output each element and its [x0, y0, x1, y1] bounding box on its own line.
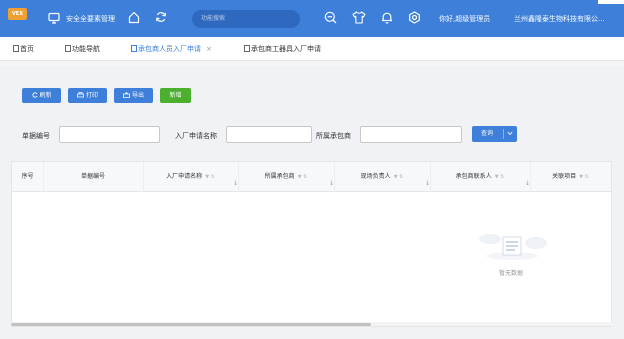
column-label: 单据编号 — [80, 173, 105, 180]
column-label: 关联项目 — [552, 173, 577, 180]
tab-label: 首页 — [20, 45, 34, 53]
empty-data-icon — [479, 234, 547, 260]
query-button[interactable]: 查询 — [472, 126, 517, 142]
table-header: 序号 单据编号 入厂申请名称 ▼ ⇅ ↓ 所属承包商 ▼ ⇅ ↓ 现场负责人 ▼ ⇅ … — [12, 162, 611, 192]
refresh-label: 刷新 — [39, 92, 52, 99]
print-label: 打印 — [85, 92, 98, 99]
system-title[interactable]: 安全全要素管理 — [66, 14, 115, 24]
chevron-down-icon[interactable] — [507, 131, 513, 136]
top-bar: VEX 安全全要素管理 功能搜索 你好,超级管理员 兰州鑫隆泰生物科技有限公..… — [0, 0, 624, 37]
tab-home[interactable]: 首页 — [13, 37, 34, 61]
entry-name-input[interactable] — [226, 126, 312, 143]
document-icon — [65, 45, 71, 52]
function-search-input[interactable]: 功能搜索 — [192, 10, 300, 28]
column-header-index[interactable]: 序号 — [12, 162, 43, 192]
document-icon — [244, 45, 250, 52]
refresh-button[interactable]: 刷新 — [22, 88, 61, 103]
tab-label: 承包商工器具入厂申请 — [251, 45, 321, 53]
add-button[interactable]: 新增 — [160, 88, 191, 103]
print-button[interactable]: 打印 — [68, 88, 107, 103]
export-label: 导出 — [131, 92, 144, 99]
settings-icon[interactable] — [408, 11, 421, 24]
column-header-site-manager[interactable]: 现场负责人 ▼ ⇅ — [334, 162, 430, 192]
doc-no-label: 单据编号 — [22, 132, 50, 140]
filter-sort-icon[interactable]: ▼ ⇅ — [579, 174, 589, 180]
column-header-related-project[interactable]: 关联项目 ▼ ⇅ — [530, 162, 611, 192]
window-tab-strip — [598, 0, 624, 4]
user-greeting[interactable]: 你好,超级管理员 — [439, 14, 490, 24]
column-label: 所属承包商 — [264, 173, 295, 180]
tab-function-nav[interactable]: 功能导航 — [65, 37, 100, 61]
entry-name-label: 入厂申请名称 — [175, 132, 217, 140]
button-divider — [503, 129, 504, 139]
close-icon[interactable]: × — [206, 45, 212, 53]
column-header-contractor[interactable]: 所属承包商 ▼ ⇅ — [238, 162, 334, 192]
monitor-icon[interactable] — [48, 12, 60, 24]
toolbar: 刷新 打印 导出 新增 — [11, 78, 612, 114]
export-icon — [123, 91, 130, 98]
doc-no-input[interactable] — [59, 126, 160, 143]
document-icon — [131, 45, 137, 52]
empty-state-text: 暂无数据 — [499, 270, 524, 277]
skin-shirt-icon[interactable] — [352, 11, 366, 24]
column-header-doc-no[interactable]: 单据编号 — [43, 162, 143, 192]
filter-sort-icon[interactable]: ▼ ⇅ — [298, 174, 308, 180]
query-label: 查询 — [481, 130, 494, 137]
horizontal-scrollbar-thumb[interactable] — [11, 323, 371, 326]
home-icon[interactable] — [128, 11, 140, 24]
zoom-out-icon[interactable] — [324, 11, 337, 24]
column-header-contractor-contact[interactable]: 承包商联系人 ▼ ⇅ — [430, 162, 530, 192]
company-name[interactable]: 兰州鑫隆泰生物科技有限公... — [514, 14, 605, 24]
tab-contractor-tools-entry[interactable]: 承包商工器具入厂申请 — [244, 37, 321, 61]
contractor-select[interactable] — [360, 126, 462, 143]
column-label: 现场负责人 — [360, 173, 391, 180]
document-icon — [13, 45, 19, 52]
tab-label: 功能导航 — [72, 45, 100, 53]
column-label: 入厂申请名称 — [166, 173, 203, 180]
bell-icon[interactable] — [381, 11, 393, 24]
refresh-icon — [31, 91, 37, 98]
page-tabs: 首页 功能导航 承包商人员入厂申请 × 承包商工器具入厂申请 — [0, 37, 624, 61]
tab-divider — [0, 61, 624, 66]
refresh-icon[interactable] — [155, 11, 167, 23]
app-logo: VEX — [8, 8, 27, 20]
contractor-label: 所属承包商 — [316, 132, 351, 140]
filter-sort-icon[interactable]: ▼ ⇅ — [394, 174, 404, 180]
filter-sort-icon[interactable]: ▼ ⇅ — [205, 174, 215, 180]
column-label: 承包商联系人 — [455, 173, 492, 180]
column-label: 序号 — [21, 173, 34, 180]
tab-contractor-personnel-entry[interactable]: 承包商人员入厂申请 × — [131, 37, 212, 61]
export-button[interactable]: 导出 — [114, 88, 153, 103]
printer-icon — [77, 91, 84, 97]
column-header-entry-name[interactable]: 入厂申请名称 ▼ ⇅ — [143, 162, 238, 192]
filter-sort-icon[interactable]: ▼ ⇅ — [495, 174, 505, 180]
tab-label: 承包商人员入厂申请 — [138, 45, 201, 53]
